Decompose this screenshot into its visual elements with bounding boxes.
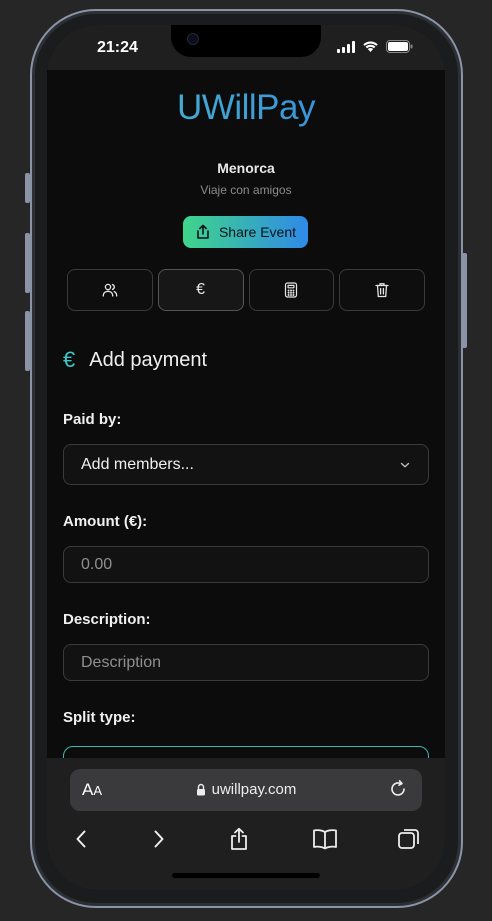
power-button [462, 253, 467, 348]
tab-delete[interactable] [339, 269, 425, 311]
euro-icon: € [63, 347, 76, 372]
split-type-control[interactable] [63, 746, 429, 758]
book-icon [313, 829, 337, 850]
euro-icon: € [196, 281, 206, 298]
event-name: Menorca [217, 160, 275, 176]
chevron-down-icon [400, 462, 410, 467]
status-bar: 21:24 [47, 25, 445, 70]
tab-calculator[interactable] [248, 269, 335, 311]
reload-icon[interactable] [388, 779, 408, 799]
paid-by-value: Add members... [81, 455, 194, 473]
status-time: 21:24 [97, 39, 138, 56]
paid-by-select[interactable]: Add members... [63, 444, 429, 485]
forward-button[interactable] [144, 824, 174, 854]
notch [171, 25, 321, 57]
back-button[interactable] [66, 824, 96, 854]
wifi-icon [363, 41, 378, 52]
status-icons [337, 40, 413, 53]
lock-icon [196, 783, 205, 796]
share-event-label: Share Event [218, 224, 297, 240]
tab-members[interactable] [67, 269, 153, 311]
url-display[interactable]: uwillpay.com [70, 781, 422, 798]
event-description: Viaje con amigos [200, 183, 292, 197]
address-bar[interactable]: AA uwillpay.com [70, 769, 422, 811]
share-icon [231, 827, 247, 850]
app-content: UWillPay Menorca Viaje con amigos Share … [47, 70, 445, 758]
tab-payments[interactable]: € [157, 269, 244, 311]
users-icon [102, 283, 118, 297]
paid-by-label: Paid by: [63, 411, 122, 428]
amount-input[interactable]: 0.00 [63, 546, 429, 583]
bookmarks-button[interactable] [310, 824, 340, 854]
battery-icon [386, 40, 413, 53]
share-event-button[interactable]: Share Event [183, 216, 308, 248]
url-text: uwillpay.com [211, 781, 297, 798]
safari-bottom-bar: AA uwillpay.com [47, 758, 445, 890]
event-tabs: € [67, 269, 425, 311]
tabs-button[interactable] [394, 824, 424, 854]
split-type-label: Split type: [63, 709, 136, 726]
mute-switch [25, 173, 30, 203]
volume-up-button [25, 233, 30, 293]
add-payment-heading: € Add payment [63, 347, 207, 373]
app-logo[interactable]: UWillPay [47, 88, 445, 128]
camera-icon [187, 33, 199, 45]
chevron-left-icon [76, 830, 86, 848]
signal-icon [337, 40, 355, 53]
trash-icon [375, 283, 389, 298]
calculator-icon [285, 282, 298, 298]
tabs-icon [398, 829, 419, 849]
browser-toolbar [47, 824, 445, 854]
amount-placeholder: 0.00 [81, 555, 113, 573]
amount-label: Amount (€): [63, 513, 148, 530]
volume-down-button [25, 311, 30, 371]
chevron-right-icon [154, 830, 164, 848]
share-button[interactable] [224, 824, 254, 854]
description-placeholder: Description [81, 653, 162, 671]
description-label: Description: [63, 611, 151, 628]
phone-screen: 21:24 UWillPay Menorca Viaje con amigos … [47, 25, 445, 890]
add-payment-title: Add payment [89, 348, 208, 371]
share-icon [197, 224, 209, 239]
description-input[interactable]: Description [63, 644, 429, 681]
home-indicator [172, 873, 320, 878]
